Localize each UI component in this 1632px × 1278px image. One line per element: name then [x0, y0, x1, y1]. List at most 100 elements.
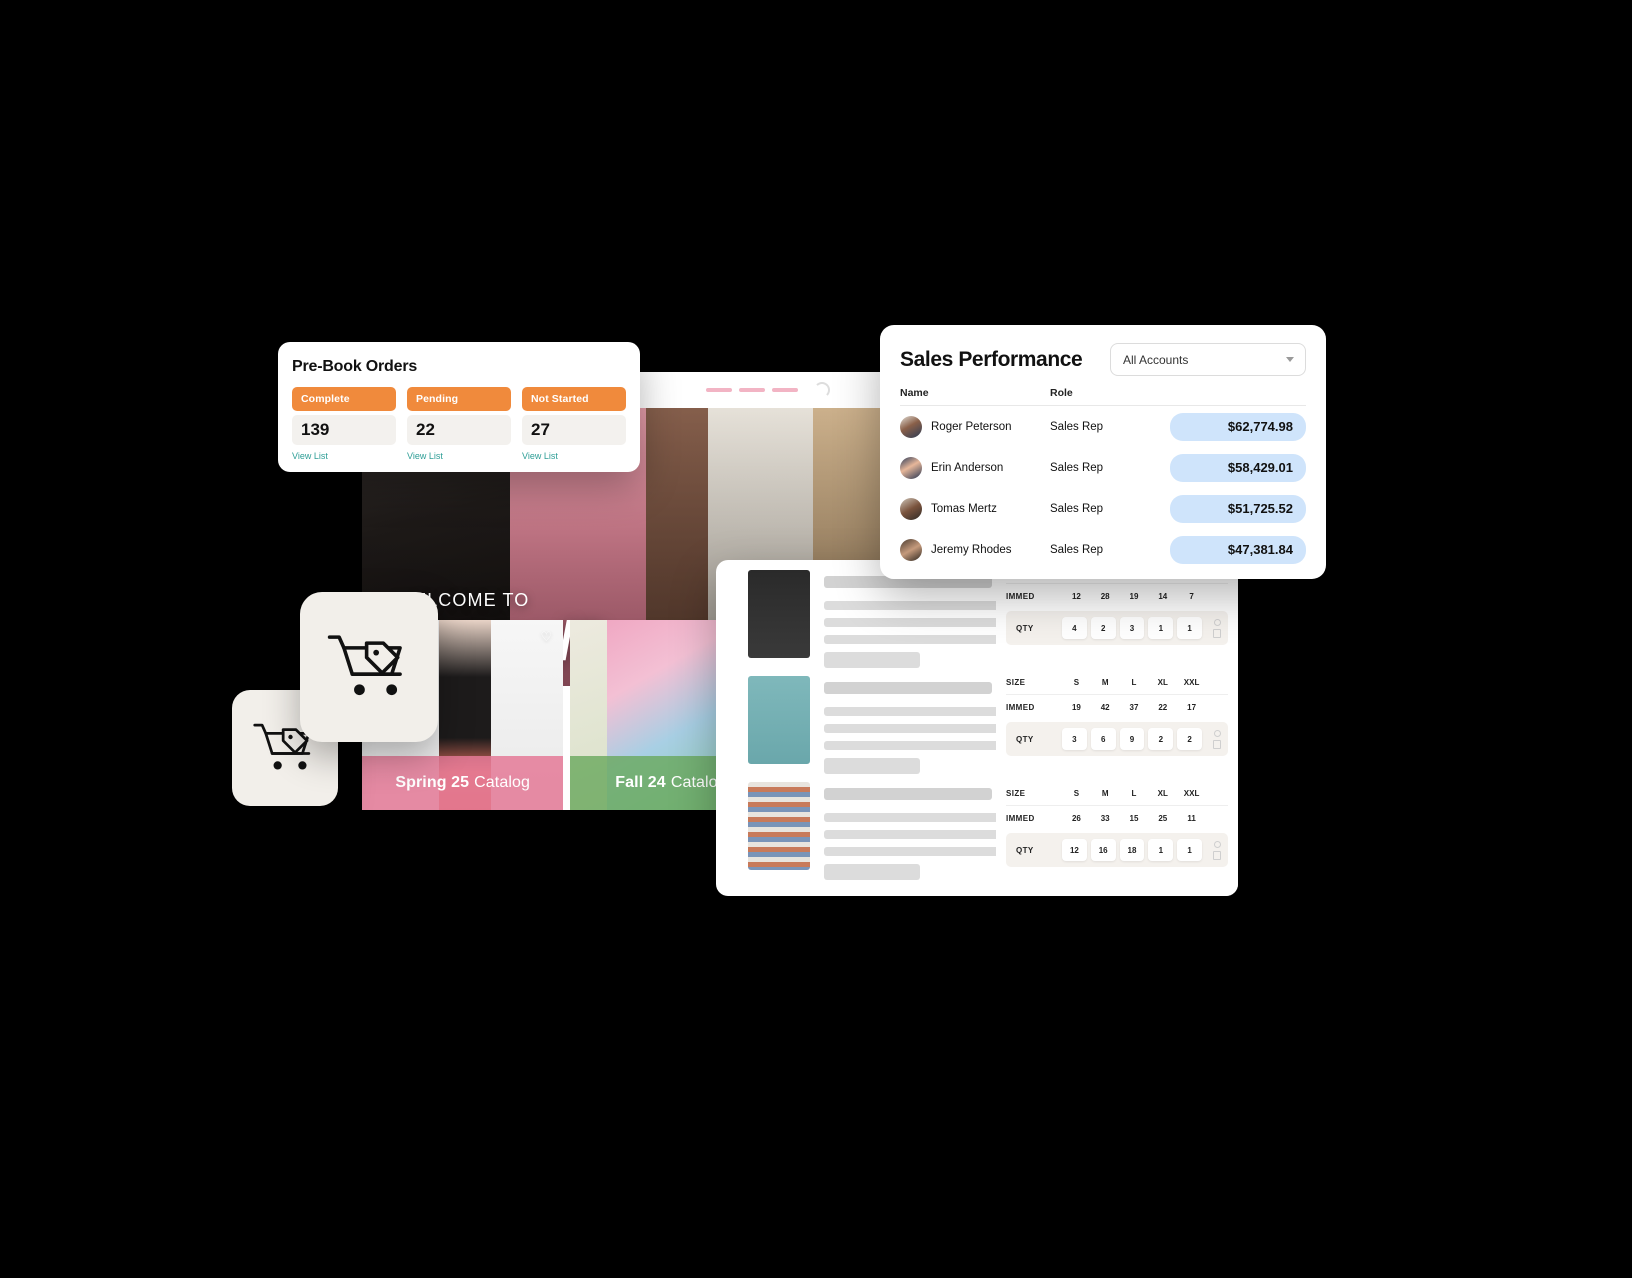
qty-input[interactable]: 2 — [1148, 728, 1174, 750]
rep-name-cell: Roger Peterson — [900, 415, 1050, 438]
immed-row-label: IMMED — [1006, 813, 1035, 823]
more-options-icon[interactable] — [1213, 840, 1221, 848]
qty-input[interactable]: 2 — [1090, 617, 1116, 639]
qty-input[interactable]: 16 — [1090, 839, 1116, 861]
rep-name: Erin Anderson — [931, 461, 1004, 474]
rep-name: Roger Peterson — [931, 420, 1012, 433]
quantity-input-row: QTY 3 6 9 2 2 — [1006, 722, 1228, 756]
table-row[interactable]: Erin Anderson Sales Rep $58,429.01 — [900, 447, 1306, 488]
rep-amount: $62,774.98 — [1170, 412, 1306, 441]
qty-input[interactable]: 2 — [1177, 728, 1202, 750]
tab-placeholder-group — [706, 388, 798, 392]
prebook-status-pending: Pending 22 View List — [407, 387, 511, 464]
delete-icon[interactable] — [1213, 850, 1221, 860]
qty-input[interactable]: 9 — [1119, 728, 1145, 750]
status-count: 22 — [407, 415, 511, 445]
composite-screenshot: WELCOME TO Spring/Summer 2025 ♡ Spring 2… — [0, 0, 1632, 1278]
qty-input[interactable]: 4 — [1062, 617, 1087, 639]
size-cell: M — [1101, 678, 1109, 687]
view-list-link[interactable]: View List — [292, 451, 328, 461]
immediate-stock-row: IMMED 12 28 19 14 7 — [1006, 584, 1228, 608]
browser-corner-icon — [814, 382, 830, 398]
catalog-season: Fall 24 — [615, 774, 666, 791]
size-cell: S — [1073, 789, 1080, 798]
tab-dash — [772, 388, 798, 392]
cart-icon-tile-large — [300, 592, 438, 742]
status-count: 27 — [522, 415, 626, 445]
rep-name-cell: Erin Anderson — [900, 456, 1050, 479]
prebook-status-not-started: Not Started 27 View List — [522, 387, 626, 464]
size-cell: L — [1131, 678, 1137, 687]
page-title: Sales Performance — [900, 347, 1083, 371]
immed-cell: 33 — [1100, 813, 1110, 823]
qty-input[interactable]: 6 — [1090, 728, 1116, 750]
avatar — [900, 538, 922, 561]
chevron-down-icon — [1286, 357, 1294, 362]
product-thumbnail — [748, 676, 810, 764]
shopping-cart-tag-icon — [327, 635, 402, 696]
avatar — [900, 497, 922, 520]
favorite-heart-icon[interactable]: ♡ — [538, 629, 554, 645]
qty-input[interactable]: 3 — [1119, 617, 1145, 639]
table-row[interactable]: Roger Peterson Sales Rep $62,774.98 — [900, 406, 1306, 447]
rep-role: Sales Rep — [1050, 543, 1104, 556]
prebook-status-complete: Complete 139 View List — [292, 387, 396, 464]
size-cell: M — [1101, 789, 1109, 798]
immed-cell: 19 — [1129, 591, 1139, 601]
rep-amount: $58,429.01 — [1170, 453, 1306, 482]
qty-row-label: QTY — [1016, 845, 1034, 855]
qty-row-label: QTY — [1016, 734, 1034, 744]
qty-input[interactable]: 18 — [1119, 839, 1145, 861]
prebook-card-title: Pre-Book Orders — [292, 358, 418, 375]
account-filter-select[interactable]: All Accounts — [1110, 343, 1306, 376]
immed-cell: 17 — [1187, 702, 1197, 712]
size-row-label: SIZE — [1006, 678, 1026, 687]
avatar — [900, 456, 922, 479]
size-cell: XXL — [1183, 678, 1200, 687]
qty-input[interactable]: 3 — [1062, 728, 1087, 750]
size-header-row: SIZE S M L XL XXL — [1006, 782, 1228, 806]
catalog-suffix: Catalog — [474, 774, 530, 791]
table-row[interactable]: Tomas Mertz Sales Rep $51,725.52 — [900, 488, 1306, 529]
status-count: 139 — [292, 415, 396, 445]
immed-cell: 11 — [1187, 813, 1196, 823]
qty-input[interactable]: 1 — [1148, 839, 1174, 861]
view-list-link[interactable]: View List — [522, 451, 558, 461]
immed-cell: 28 — [1100, 591, 1110, 601]
size-quantity-grid: SIZE S M L XL XXL IMMED 26 33 15 25 11 Q… — [996, 782, 1238, 867]
quantity-input-row: QTY 4 2 3 1 1 — [1006, 611, 1228, 645]
delete-icon[interactable] — [1213, 739, 1221, 749]
immed-cell: 22 — [1158, 702, 1168, 712]
qty-input[interactable]: 1 — [1177, 839, 1202, 861]
table-row[interactable]: Jeremy Rhodes Sales Rep $47,381.84 — [900, 529, 1306, 570]
qty-input[interactable]: 1 — [1148, 617, 1174, 639]
more-options-icon[interactable] — [1213, 618, 1221, 626]
avatar — [900, 415, 922, 438]
size-quantity-grid-group: SIZE S M L XL XXL IMMED 12 28 19 — [996, 560, 1238, 896]
status-badge: Pending — [407, 387, 511, 411]
qty-input[interactable]: 12 — [1062, 839, 1087, 861]
immediate-stock-row: IMMED 26 33 15 25 11 — [1006, 806, 1228, 830]
delete-icon[interactable] — [1213, 628, 1221, 638]
rep-name: Tomas Mertz — [931, 502, 997, 515]
qty-input[interactable]: 1 — [1177, 617, 1202, 639]
tab-dash — [706, 388, 732, 392]
size-cell: L — [1131, 789, 1137, 798]
status-badge: Complete — [292, 387, 396, 411]
row-tools — [1206, 618, 1228, 638]
immed-row-label: IMMED — [1006, 702, 1035, 712]
column-header-name: Name — [900, 387, 929, 399]
view-list-link[interactable]: View List — [407, 451, 443, 461]
row-tools — [1206, 729, 1228, 749]
size-row-label: SIZE — [1006, 789, 1026, 798]
immed-cell: 7 — [1189, 591, 1194, 601]
immed-cell: 15 — [1129, 813, 1139, 823]
more-options-icon[interactable] — [1213, 729, 1221, 737]
product-thumbnail — [748, 570, 810, 658]
rep-name: Jeremy Rhodes — [931, 543, 1012, 556]
size-cell: XXL — [1183, 789, 1200, 798]
sales-performance-card: Sales Performance All Accounts Name Role… — [880, 325, 1326, 579]
product-thumbnail — [748, 782, 810, 870]
rep-amount: $51,725.52 — [1170, 494, 1306, 523]
rep-name-cell: Tomas Mertz — [900, 497, 1050, 520]
